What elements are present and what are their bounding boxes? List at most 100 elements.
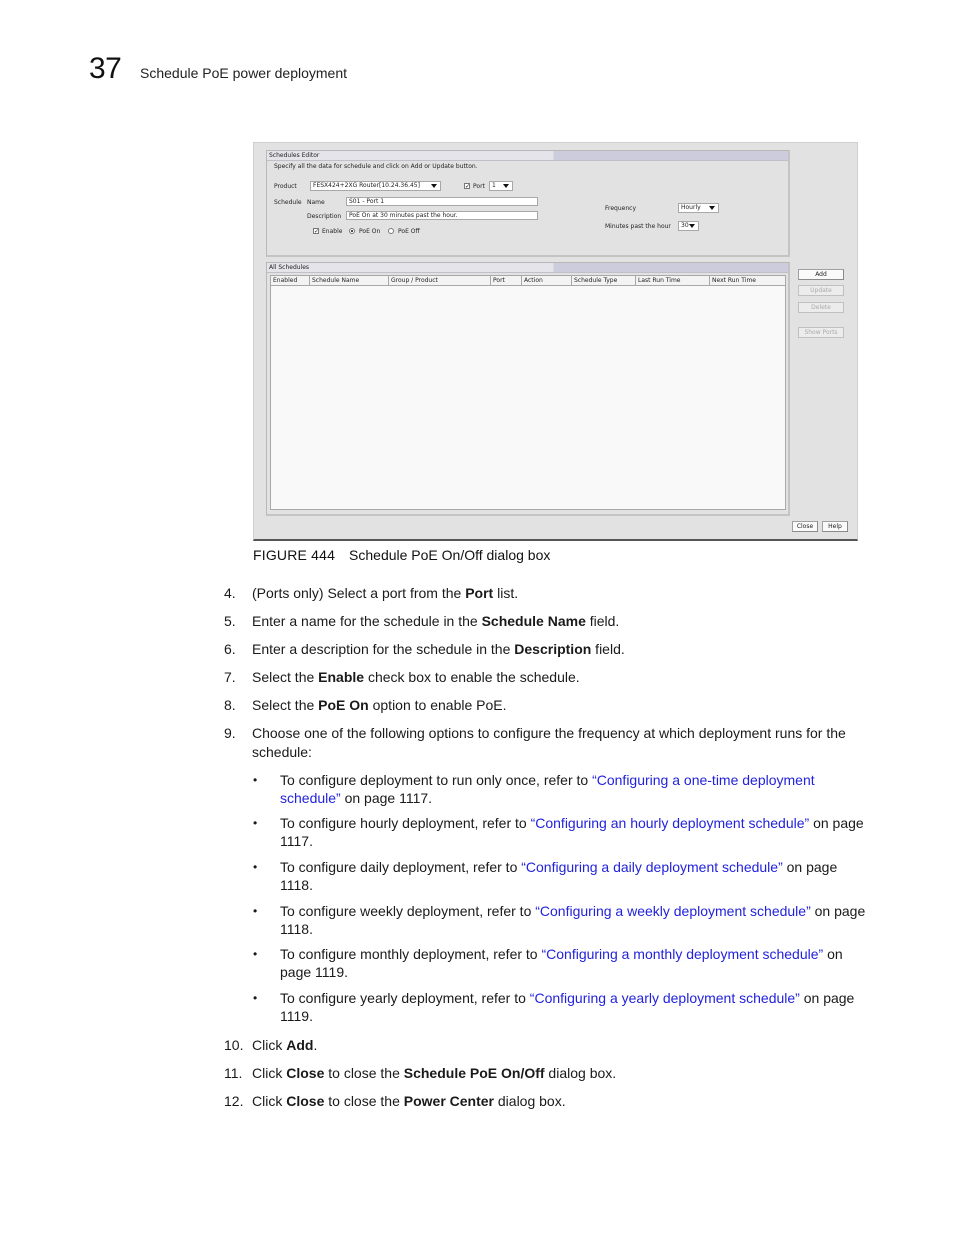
step-number: 5.: [224, 613, 236, 629]
bullet-text-part: To configure monthly deployment, refer t…: [280, 946, 542, 962]
step-text-part: Enter a description for the schedule in …: [252, 641, 515, 657]
add-button[interactable]: Add: [798, 269, 844, 280]
step-text: (Ports only) Select a port from the Port…: [252, 584, 862, 603]
product-dropdown[interactable]: FESX424+2XG Router[10.24.36.45]: [310, 181, 441, 191]
step-text-part: Click: [252, 1065, 287, 1081]
chevron-down-icon: [503, 184, 509, 188]
schedules-editor-panel: Schedules Editor Specify all the data fo…: [266, 150, 790, 257]
column-header[interactable]: Action: [522, 276, 572, 285]
step-text-part: Click: [252, 1093, 287, 1109]
help-button[interactable]: Help: [822, 521, 848, 532]
poe-off-radio[interactable]: [388, 228, 394, 234]
chapter-number: 37: [89, 52, 122, 85]
description-label: Description: [307, 213, 342, 220]
column-header[interactable]: Enabled: [271, 276, 310, 285]
port-checkbox[interactable]: ✓: [464, 183, 470, 190]
minutes-value: 30: [681, 222, 689, 229]
bullet-text-part: To configure daily deployment, refer to: [280, 859, 522, 875]
ui-term: Port: [465, 585, 494, 601]
step-number: 11.: [224, 1065, 243, 1081]
bullet-text: To configure hourly deployment, refer to…: [280, 814, 870, 850]
frequency-dropdown[interactable]: Hourly: [678, 203, 719, 213]
step-text: Click Add.: [252, 1036, 862, 1055]
step-text-part: dialog box.: [544, 1065, 617, 1081]
step-number: 12.: [224, 1093, 244, 1109]
column-header[interactable]: Last Run Time: [636, 276, 710, 285]
figure-label: FIGURE 444: [253, 547, 336, 563]
column-header[interactable]: Next Run Time: [710, 276, 785, 285]
column-header[interactable]: Group / Product: [389, 276, 491, 285]
step-text: Enter a name for the schedule in the Sch…: [252, 612, 862, 631]
step-text: Click Close to close the Power Center di…: [252, 1092, 862, 1111]
close-button[interactable]: Close: [792, 521, 818, 532]
bullet-text-part: To configure deployment to run only once…: [280, 772, 593, 788]
step-text-part: Enter a name for the schedule in the: [252, 613, 482, 629]
all-schedules-title: All Schedules: [267, 263, 788, 273]
step-number: 4.: [224, 585, 236, 601]
port-dropdown[interactable]: 1: [489, 181, 513, 191]
step-number: 6.: [224, 641, 236, 657]
ui-term: Power Center: [403, 1093, 494, 1109]
figure-title: Schedule PoE On/Off dialog box: [349, 547, 551, 563]
schedule-poe-dialog: Schedules Editor Specify all the data fo…: [253, 142, 858, 541]
schedules-editor-title: Schedules Editor: [267, 151, 788, 161]
cross-reference-link[interactable]: “Configuring a monthly deployment schedu…: [541, 946, 823, 962]
step-number: 8.: [224, 697, 236, 713]
chevron-down-icon: [431, 184, 437, 188]
poe-on-radio[interactable]: [349, 228, 355, 234]
delete-button[interactable]: Delete: [798, 302, 844, 313]
chevron-down-icon: [689, 224, 695, 228]
bullet-text: To configure yearly deployment, refer to…: [280, 989, 870, 1025]
bullet-icon: •: [253, 947, 258, 961]
ui-term: Close: [286, 1093, 325, 1109]
schedules-table[interactable]: Enabled Schedule Name Group / Product Po…: [270, 275, 786, 510]
name-label: Name: [307, 199, 325, 206]
step-text: Select the Enable check box to enable th…: [252, 668, 862, 687]
ui-term: Schedule PoE On/Off: [403, 1065, 545, 1081]
frequency-label: Frequency: [605, 205, 636, 212]
cross-reference-link[interactable]: “Configuring an hourly deployment schedu…: [531, 815, 810, 831]
step-text: Click Close to close the Schedule PoE On…: [252, 1064, 862, 1083]
minutes-label: Minutes past the hour: [605, 223, 671, 230]
port-value: 1: [492, 182, 496, 189]
update-button[interactable]: Update: [798, 285, 844, 296]
poe-on-label: PoE On: [359, 228, 381, 235]
cross-reference-link[interactable]: “Configuring a daily deployment schedule…: [521, 859, 782, 875]
minutes-dropdown[interactable]: 30: [678, 221, 699, 231]
ui-term: Schedule Name: [481, 613, 586, 629]
bullet-icon: •: [253, 860, 258, 874]
step-text-part: .: [313, 1037, 318, 1053]
enable-label: Enable: [322, 228, 343, 235]
cross-reference-link[interactable]: “Configuring a weekly deployment schedul…: [535, 903, 810, 919]
step-text-part: option to enable PoE.: [368, 697, 507, 713]
bullet-text: To configure monthly deployment, refer t…: [280, 945, 870, 981]
show-ports-button[interactable]: Show Ports: [798, 327, 844, 338]
bullet-text: To configure deployment to run only once…: [280, 771, 870, 807]
cross-reference-link[interactable]: “Configuring a yearly deployment schedul…: [530, 990, 800, 1006]
bullet-icon: •: [253, 773, 258, 787]
schedule-name-input[interactable]: S01 - Port 1: [346, 197, 538, 206]
poe-off-label: PoE Off: [398, 228, 420, 235]
frequency-value: Hourly: [681, 204, 701, 211]
step-text: Select the PoE On option to enable PoE.: [252, 696, 862, 715]
all-schedules-panel: All Schedules Enabled Schedule Name Grou…: [266, 262, 790, 516]
bullet-icon: •: [253, 816, 258, 830]
bullet-text-part: To configure yearly deployment, refer to: [280, 990, 530, 1006]
step-text: Enter a description for the schedule in …: [252, 640, 862, 659]
step-text-part: check box to enable the schedule.: [364, 669, 580, 685]
step-text-part: to close the: [324, 1065, 404, 1081]
column-header[interactable]: Schedule Name: [310, 276, 389, 285]
bullet-icon: •: [253, 991, 258, 1005]
column-header[interactable]: Schedule Type: [572, 276, 636, 285]
step-number: 9.: [224, 725, 236, 741]
description-input[interactable]: PoE On at 30 minutes past the hour.: [346, 211, 538, 220]
schedules-table-header: Enabled Schedule Name Group / Product Po…: [271, 276, 785, 286]
chapter-title: Schedule PoE power deployment: [140, 65, 348, 81]
bullet-text-part: on page 1117.: [340, 790, 433, 806]
step-number: 10.: [224, 1037, 244, 1053]
ui-term: PoE On: [318, 697, 369, 713]
figure-caption: FIGURE 444 Schedule PoE On/Off dialog bo…: [253, 547, 550, 563]
column-header[interactable]: Port: [491, 276, 522, 285]
ui-term: Close: [286, 1065, 325, 1081]
enable-checkbox[interactable]: ✓: [313, 228, 319, 235]
